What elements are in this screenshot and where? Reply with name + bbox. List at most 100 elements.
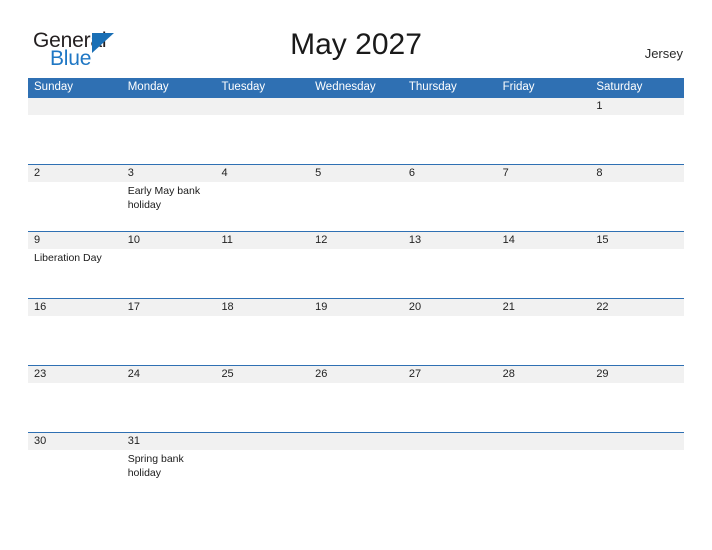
day-number[interactable]: 1: [590, 98, 684, 115]
day-number[interactable]: 28: [497, 366, 591, 383]
day-number[interactable]: [497, 98, 591, 115]
calendar-page: General Blue May 2027 Jersey Sunday Mond…: [0, 0, 712, 550]
day-number[interactable]: 13: [403, 232, 497, 249]
page-title: May 2027: [290, 28, 422, 61]
day-event: Early May bank holiday: [127, 185, 201, 211]
day-event: [497, 316, 591, 365]
day-event: [309, 316, 403, 365]
week-number-band: 30 31: [28, 433, 684, 450]
calendar-week-row: 1: [28, 97, 684, 164]
day-number[interactable]: 14: [497, 232, 591, 249]
day-event: [28, 316, 122, 365]
week-event-band: [28, 115, 684, 164]
day-event: [215, 316, 309, 365]
day-number[interactable]: 6: [403, 165, 497, 182]
page-header: General Blue May 2027 Jersey: [0, 0, 712, 78]
week-event-band: [28, 383, 684, 432]
day-number[interactable]: 21: [497, 299, 591, 316]
day-event: [122, 115, 216, 164]
day-event: [403, 249, 497, 298]
day-number[interactable]: [215, 433, 309, 450]
day-event: [590, 249, 684, 298]
day-event: [403, 316, 497, 365]
calendar-week-row: 9 10 11 12 13 14 15 Liberation Day: [28, 231, 684, 298]
week-event-band: Early May bank holiday: [28, 182, 684, 231]
day-number[interactable]: 18: [215, 299, 309, 316]
day-event: [122, 249, 216, 298]
calendar-week-row: 23 24 25 26 27 28 29: [28, 365, 684, 432]
day-number[interactable]: [309, 433, 403, 450]
day-number[interactable]: [215, 98, 309, 115]
day-event: [309, 383, 403, 432]
weekday-header-wednesday: Wednesday: [315, 81, 376, 93]
day-event: [28, 450, 122, 499]
week-number-band: 16 17 18 19 20 21 22: [28, 299, 684, 316]
day-number[interactable]: 25: [215, 366, 309, 383]
day-number[interactable]: 23: [28, 366, 122, 383]
day-event: [309, 450, 403, 499]
day-number[interactable]: 22: [590, 299, 684, 316]
day-number[interactable]: 2: [28, 165, 122, 182]
day-event: [215, 249, 309, 298]
week-event-band: Spring bank holiday: [28, 450, 684, 499]
day-number[interactable]: 27: [403, 366, 497, 383]
day-number[interactable]: 11: [215, 232, 309, 249]
day-number[interactable]: 7: [497, 165, 591, 182]
day-number[interactable]: 5: [309, 165, 403, 182]
day-number[interactable]: 17: [122, 299, 216, 316]
day-number[interactable]: 30: [28, 433, 122, 450]
day-event: [497, 249, 591, 298]
day-number[interactable]: 9: [28, 232, 122, 249]
day-event: [497, 383, 591, 432]
day-number[interactable]: 19: [309, 299, 403, 316]
day-number[interactable]: 15: [590, 232, 684, 249]
day-event: [122, 383, 216, 432]
day-event: Liberation Day: [34, 252, 102, 264]
day-event: [215, 450, 309, 499]
day-number[interactable]: 3: [122, 165, 216, 182]
day-event: [215, 182, 309, 231]
day-number[interactable]: [122, 98, 216, 115]
day-event: [590, 182, 684, 231]
day-number[interactable]: [309, 98, 403, 115]
weekday-header-monday: Monday: [127, 81, 169, 93]
day-number[interactable]: 24: [122, 366, 216, 383]
day-event: [403, 182, 497, 231]
day-number[interactable]: 16: [28, 299, 122, 316]
day-number[interactable]: 12: [309, 232, 403, 249]
day-event: [28, 383, 122, 432]
day-number[interactable]: 4: [215, 165, 309, 182]
week-event-band: [28, 316, 684, 365]
calendar-grid: Sunday Monday Tuesday Wednesday Thursday…: [28, 78, 684, 499]
day-number[interactable]: [590, 433, 684, 450]
day-event: Spring bank holiday: [127, 453, 184, 479]
day-number[interactable]: [497, 433, 591, 450]
weekday-header-thursday: Thursday: [408, 81, 457, 93]
day-event: [309, 249, 403, 298]
day-number[interactable]: [28, 98, 122, 115]
calendar-week-row: 30 31 Spring bank holiday: [28, 432, 684, 499]
day-number[interactable]: [403, 98, 497, 115]
day-number[interactable]: 10: [122, 232, 216, 249]
day-event: [590, 115, 684, 164]
day-event: [122, 316, 216, 365]
week-event-band: Liberation Day: [28, 249, 684, 298]
week-number-band: 23 24 25 26 27 28 29: [28, 366, 684, 383]
week-number-band: 1: [28, 98, 684, 115]
day-event: [215, 115, 309, 164]
weekday-header-saturday: Saturday: [596, 81, 643, 93]
day-number[interactable]: 20: [403, 299, 497, 316]
day-number[interactable]: 8: [590, 165, 684, 182]
day-event: [309, 115, 403, 164]
calendar-week-row: 16 17 18 19 20 21 22: [28, 298, 684, 365]
day-event: [403, 383, 497, 432]
day-number[interactable]: 26: [309, 366, 403, 383]
day-event: [403, 115, 497, 164]
day-number[interactable]: 31: [122, 433, 216, 450]
day-number[interactable]: [403, 433, 497, 450]
day-event: [497, 115, 591, 164]
day-number[interactable]: 29: [590, 366, 684, 383]
weekday-header-row: Sunday Monday Tuesday Wednesday Thursday…: [28, 78, 684, 97]
weekday-header-friday: Friday: [502, 81, 535, 93]
week-number-band: 2 3 4 5 6 7 8: [28, 165, 684, 182]
